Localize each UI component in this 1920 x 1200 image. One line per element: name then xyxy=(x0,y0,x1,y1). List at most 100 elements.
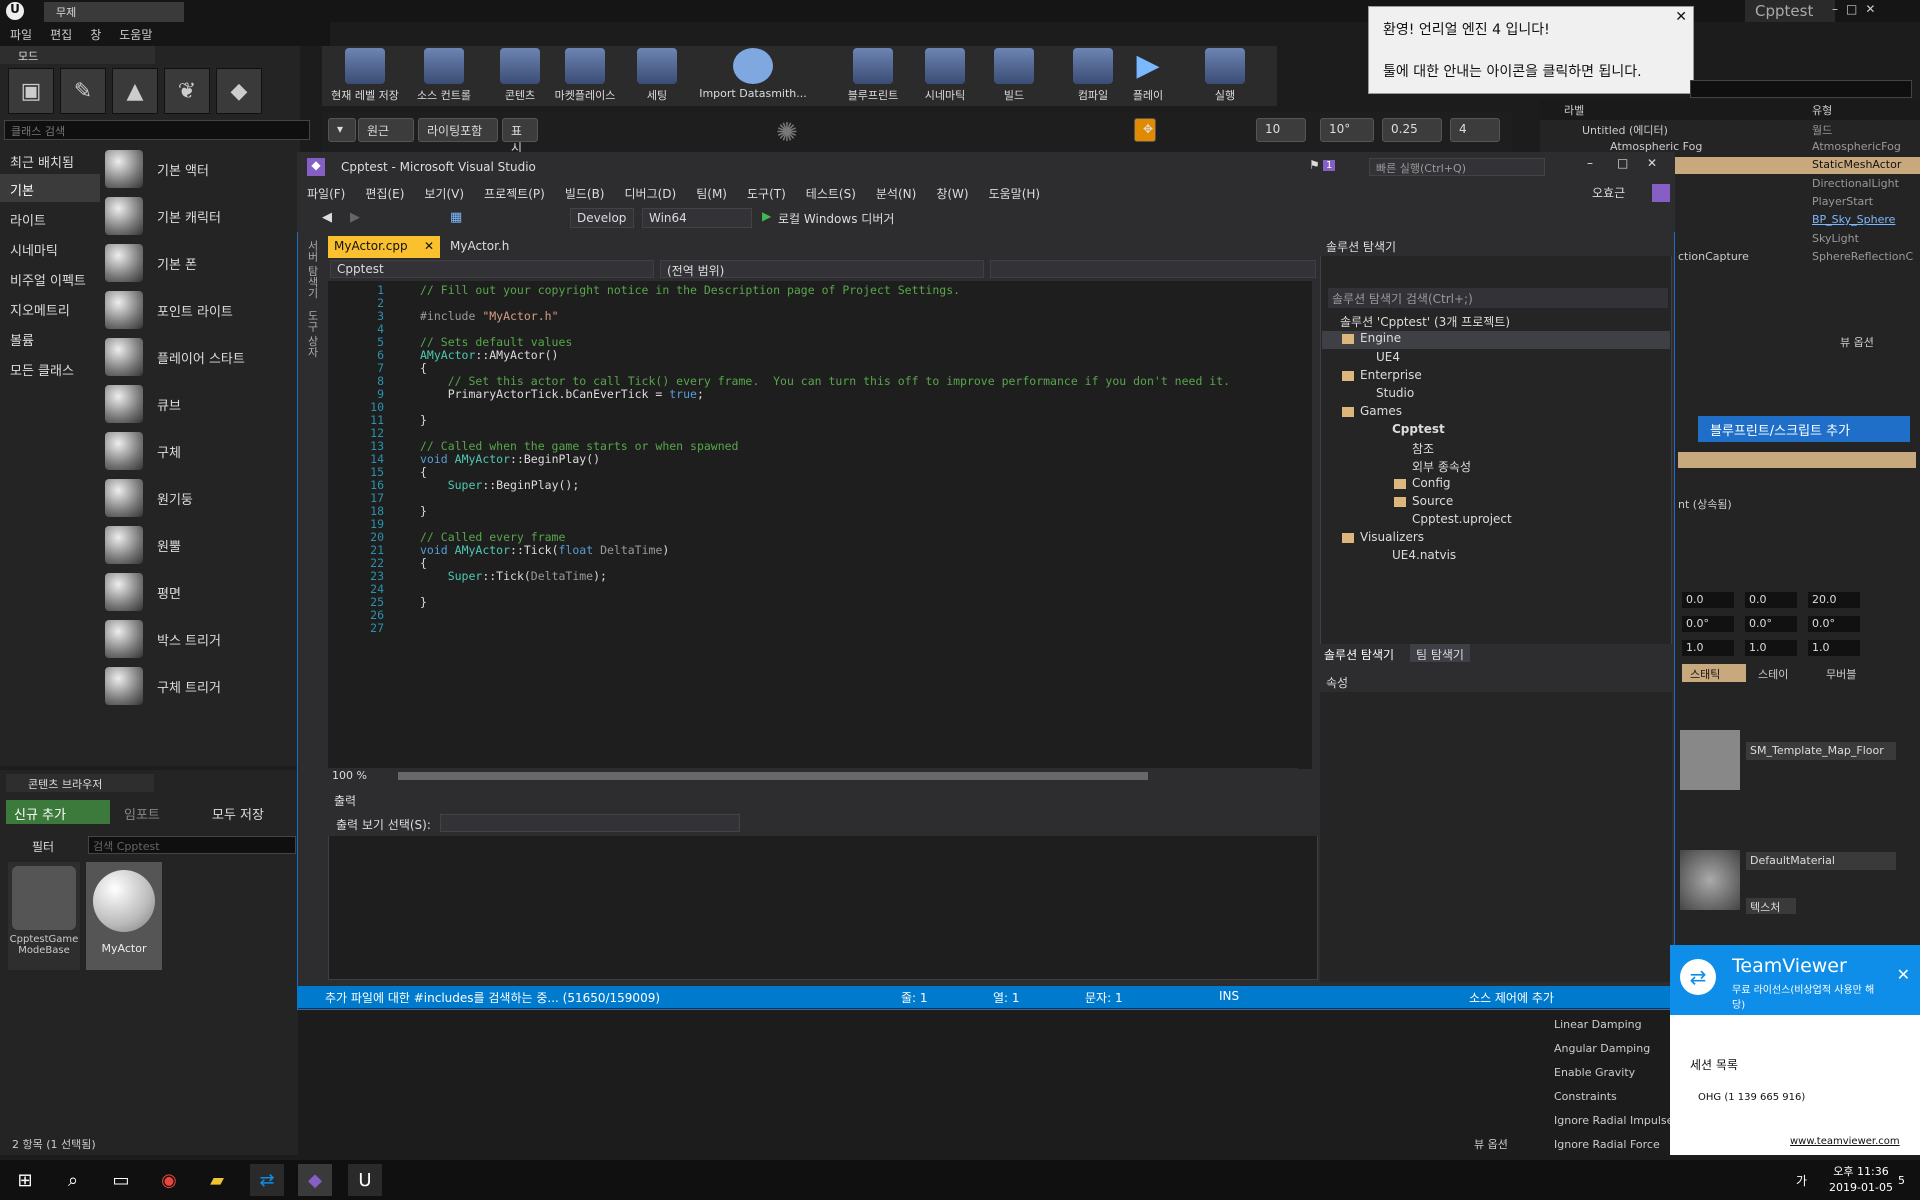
paint-mode-icon[interactable]: ✎ xyxy=(60,68,106,114)
geometry-mode-icon[interactable]: ◆ xyxy=(216,68,262,114)
code-line[interactable]: Super::Tick(DeltaTime); xyxy=(420,569,607,583)
place-empty-character[interactable]: 기본 캐릭터 xyxy=(105,193,305,239)
code-line[interactable]: // Set this actor to call Tick() every f… xyxy=(420,374,1230,388)
toolbox-tab[interactable]: 도구 상자 xyxy=(304,310,320,358)
settings-button[interactable]: 세팅 xyxy=(632,48,682,106)
minimize-icon[interactable]: – xyxy=(1832,2,1838,18)
maximize-icon[interactable]: □ xyxy=(1617,156,1628,170)
solution-platform-dropdown[interactable]: Win64 xyxy=(642,208,752,228)
save-icon[interactable]: ▦ xyxy=(450,210,462,225)
outliner-view-options[interactable]: 뷰 옵션 xyxy=(1840,334,1874,350)
file-explorer-icon[interactable]: ▰ xyxy=(200,1164,234,1196)
texture-button[interactable]: 텍스처 xyxy=(1746,898,1796,914)
place-sphere-trigger[interactable]: 구체 트리거 xyxy=(105,663,305,709)
marketplace-button[interactable]: 마켓플레이스 xyxy=(550,48,620,106)
mobility-static-button[interactable]: 스태틱 xyxy=(1682,664,1746,682)
vs-user-name[interactable]: 오효근 xyxy=(1592,184,1625,201)
compile-button[interactable]: 컴파일 xyxy=(1066,48,1120,106)
zoom-level[interactable]: 100 % xyxy=(332,769,367,782)
category-basic[interactable]: 기본 xyxy=(0,174,100,202)
asset-myactor[interactable]: MyActor xyxy=(86,862,162,970)
category-vfx[interactable]: 비주얼 이펙트 xyxy=(0,264,100,292)
vs-menu-help[interactable]: 도움말(H) xyxy=(989,185,1041,201)
code-line[interactable]: } xyxy=(420,504,427,518)
place-plane[interactable]: 평면 xyxy=(105,569,305,615)
start-debug-icon[interactable]: ▶ xyxy=(762,209,771,223)
place-box-trigger[interactable]: 박스 트리거 xyxy=(105,616,305,662)
menu-window[interactable]: 창 xyxy=(90,26,101,42)
notification-center-count[interactable]: 5 xyxy=(1898,1174,1905,1187)
save-level-button[interactable]: 현재 레벨 저장 xyxy=(325,48,405,106)
vs-menu-edit[interactable]: 편집(E) xyxy=(365,185,404,201)
static-mesh-dropdown[interactable]: SM_Template_Map_Floor xyxy=(1746,742,1896,760)
place-cone[interactable]: 원뿔 xyxy=(105,522,305,568)
close-icon[interactable]: ✕ xyxy=(1865,2,1875,18)
add-to-source-control-button[interactable]: 소스 제어에 추가 xyxy=(1469,989,1554,1006)
vs-menu-project[interactable]: 프로젝트(P) xyxy=(484,185,545,201)
modes-tab[interactable]: 모드 xyxy=(0,46,155,64)
mobility-movable-button[interactable]: 무버블 xyxy=(1818,664,1882,682)
category-cinematic[interactable]: 시네마틱 xyxy=(0,234,100,262)
place-point-light[interactable]: 포인트 라이트 xyxy=(105,287,305,333)
horizontal-scrollbar[interactable] xyxy=(398,772,1148,780)
vs-menu-test[interactable]: 테스트(S) xyxy=(806,185,856,201)
vs-menu-debug[interactable]: 디버그(D) xyxy=(625,185,677,201)
unreal-taskbar-icon[interactable]: U xyxy=(348,1164,382,1196)
tree-folder-config[interactable]: Config xyxy=(1394,476,1451,494)
vs-menu-analyze[interactable]: 분석(N) xyxy=(876,185,916,201)
clock-date[interactable]: 2019-01-05 xyxy=(1826,1181,1896,1194)
project-nav-dropdown[interactable]: Cpptest xyxy=(330,260,654,278)
code-line[interactable]: { xyxy=(420,556,427,570)
category-all-classes[interactable]: 모든 클래스 xyxy=(0,354,100,382)
rotation-z-input[interactable]: 0.0° xyxy=(1808,616,1860,632)
location-y-input[interactable]: 0.0 xyxy=(1745,592,1797,608)
category-geometry[interactable]: 지오메트리 xyxy=(0,294,100,322)
ime-indicator[interactable]: 가 xyxy=(1796,1172,1807,1189)
code-line[interactable]: } xyxy=(420,595,427,609)
asset-gamemode[interactable]: CpptestGame ModeBase xyxy=(8,862,80,970)
tree-uproject[interactable]: Cpptest.uproject xyxy=(1412,512,1512,530)
landscape-mode-icon[interactable]: ▲ xyxy=(112,68,158,114)
code-line[interactable]: // Fill out your copyright notice in the… xyxy=(420,283,960,297)
clock-time[interactable]: 오후 11:36 xyxy=(1826,1163,1896,1179)
member-nav-dropdown[interactable] xyxy=(990,260,1316,278)
visual-studio-taskbar-icon[interactable]: ◆ xyxy=(298,1164,332,1196)
output-source-dropdown[interactable] xyxy=(440,814,740,832)
solution-search-input[interactable]: 솔루션 탐색기 검색(Ctrl+;) xyxy=(1328,288,1668,308)
windows-start-icon[interactable]: ⊞ xyxy=(8,1164,42,1196)
scale-z-input[interactable]: 1.0 xyxy=(1808,640,1860,656)
perspective-button[interactable]: 원근 xyxy=(358,118,414,142)
grid-snap-value[interactable]: 10 xyxy=(1256,118,1306,142)
task-view-icon[interactable]: ▭ xyxy=(104,1164,138,1196)
code-line[interactable]: // Sets default values xyxy=(420,335,572,349)
place-player-start[interactable]: 플레이어 스타트 xyxy=(105,334,305,380)
notification-flag-icon[interactable]: ⚑ xyxy=(1309,158,1320,172)
scale-y-input[interactable]: 1.0 xyxy=(1745,640,1797,656)
mobility-stationary-button[interactable]: 스테이 xyxy=(1750,664,1814,682)
vs-menu-team[interactable]: 팀(M) xyxy=(696,185,727,201)
location-z-input[interactable]: 20.0 xyxy=(1808,592,1860,608)
material-thumbnail[interactable] xyxy=(1680,850,1740,910)
menu-help[interactable]: 도움말 xyxy=(119,26,152,42)
launch-button[interactable]: 실행 xyxy=(1200,48,1250,106)
menu-file[interactable]: 파일 xyxy=(10,26,32,42)
add-blueprint-button[interactable]: 블루프린트/스크립트 추가 xyxy=(1698,416,1910,442)
tree-solution[interactable]: 솔루션 'Cpptest' (3개 프로젝트) xyxy=(1340,313,1510,331)
scale-snap-value[interactable]: 0.25 xyxy=(1382,118,1442,142)
rotation-y-input[interactable]: 0.0° xyxy=(1745,616,1797,632)
code-line[interactable]: } xyxy=(420,413,427,427)
place-empty-pawn[interactable]: 기본 폰 xyxy=(105,240,305,286)
tab-team-explorer[interactable]: 팀 탐색기 xyxy=(1410,644,1470,662)
code-line[interactable]: void AMyActor::Tick(float DeltaTime) xyxy=(420,543,669,557)
filter-button[interactable]: 필터 xyxy=(32,838,54,855)
place-cube[interactable]: 큐브 xyxy=(105,381,305,427)
close-icon[interactable]: ✕ xyxy=(1647,156,1657,170)
solution-config-dropdown[interactable]: Develop xyxy=(570,208,634,228)
tree-folder-visualizers[interactable]: Visualizers xyxy=(1342,530,1424,548)
content-browser-tab[interactable]: 콘텐츠 브라우저 xyxy=(6,774,154,792)
server-explorer-tab[interactable]: 서버 탐색기 xyxy=(304,240,320,299)
code-line[interactable]: AMyActor::AMyActor() xyxy=(420,348,558,362)
asset-search-input[interactable]: 검색 Cpptest xyxy=(88,836,296,854)
physics-constraints[interactable]: Constraints xyxy=(1554,1090,1617,1103)
category-recent[interactable]: 최근 배치됨 xyxy=(0,146,100,174)
